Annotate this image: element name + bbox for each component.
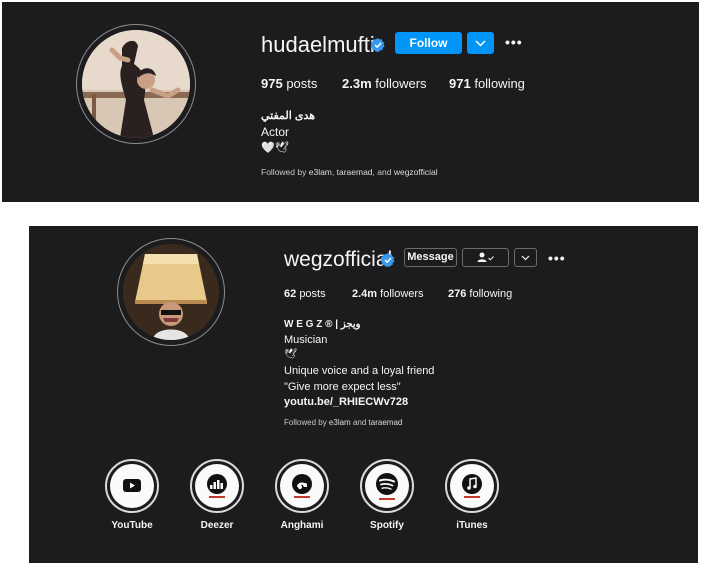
followers-count: 2.3m [342,76,372,91]
followers-stat[interactable]: 2.4m followers [352,288,424,300]
suggested-dropdown-button[interactable] [514,248,537,267]
spotify-icon [376,473,398,500]
display-name: هدى المفتي [261,110,316,122]
anghami-icon [292,474,312,498]
category: Musician [284,334,328,346]
display-name: W E G Z ® | ويجز [284,319,361,330]
posts-stat: 62 posts [284,288,326,300]
followed-by-prefix: Followed by [284,418,327,427]
suggested-dropdown-button[interactable] [467,32,494,54]
chevron-down-icon [521,255,530,261]
bio-emoji: 🕊 [284,349,297,360]
highlight-deezer[interactable]: Deezer [190,459,244,531]
posts-label: posts [286,76,318,91]
highlight-itunes[interactable]: iTunes [445,459,499,531]
avatar-photo-icon [123,244,219,340]
following-stat[interactable]: 971 following [449,76,525,91]
followed-by-prefix: Followed by [261,167,307,177]
verified-badge-icon [371,38,385,52]
bio-emojis: 🤍🕊 [261,142,289,154]
profile-header-hudaelmufti: hudaelmufti Follow ••• 975 posts 2.3m fo… [2,2,699,202]
highlight-anghami[interactable]: Anghami [275,459,329,531]
following-count: 276 [448,288,467,300]
avatar [82,30,190,138]
posts-label: posts [299,288,326,300]
following-count: 971 [449,76,471,91]
avatar-ring[interactable] [117,238,225,346]
message-button[interactable]: Message [404,248,457,267]
followers-label: followers [375,76,427,91]
posts-count: 62 [284,288,297,300]
followed-by[interactable]: Followed by e3lam, taraemad, and wegzoff… [261,167,438,177]
bio-line-1: Unique voice and a loyal friend [284,365,435,377]
followed-by-user: wegzofficial [393,167,438,177]
person-check-icon [477,252,494,262]
deezer-icon [207,474,227,498]
youtube-icon [123,479,141,492]
following-stat[interactable]: 276 following [448,288,512,300]
username: hudaelmufti [261,32,375,57]
bio-link[interactable]: youtu.be/_RHIECWv728 [284,396,408,408]
avatar [123,244,219,340]
highlight-youtube[interactable]: YouTube [105,459,159,531]
highlight-label: iTunes [456,520,488,531]
more-options-button[interactable]: ••• [505,34,523,50]
itunes-icon [462,474,482,498]
following-dropdown-button[interactable] [462,248,509,267]
bio-line-2: "Give more expect less" [284,381,401,393]
followers-label: followers [380,288,424,300]
followed-by-user: taraemad [368,418,403,427]
follow-button[interactable]: Follow [395,32,462,54]
followers-count: 2.4m [352,288,378,300]
avatar-photo-icon [82,30,190,138]
followed-by-user: e3lam [308,167,332,177]
followed-by-and: , and [372,167,392,177]
followed-by-user: taraemad [336,167,373,177]
followed-by[interactable]: Followed by e3lam and taraemad [284,418,402,427]
verified-badge-icon [381,253,395,267]
highlight-spotify[interactable]: Spotify [360,459,414,531]
username: wegzofficial [284,248,393,271]
chevron-down-icon [475,40,486,47]
highlight-label: Spotify [370,520,404,531]
followed-by-and: and [352,418,367,427]
profile-header-wegzofficial: wegzofficial Message ••• 62 posts 2.4m f… [29,226,698,563]
category: Actor [261,125,290,139]
following-label: following [474,76,525,91]
more-options-button[interactable]: ••• [548,250,566,266]
posts-count: 975 [261,76,283,91]
following-label: following [469,288,513,300]
followed-by-user: e3lam [328,418,351,427]
avatar-ring[interactable] [76,24,196,144]
highlight-label: Anghami [280,520,324,531]
posts-stat: 975 posts [261,76,317,91]
followers-stat[interactable]: 2.3m followers [342,76,427,91]
highlight-label: Deezer [200,520,234,531]
highlight-label: YouTube [111,520,153,531]
